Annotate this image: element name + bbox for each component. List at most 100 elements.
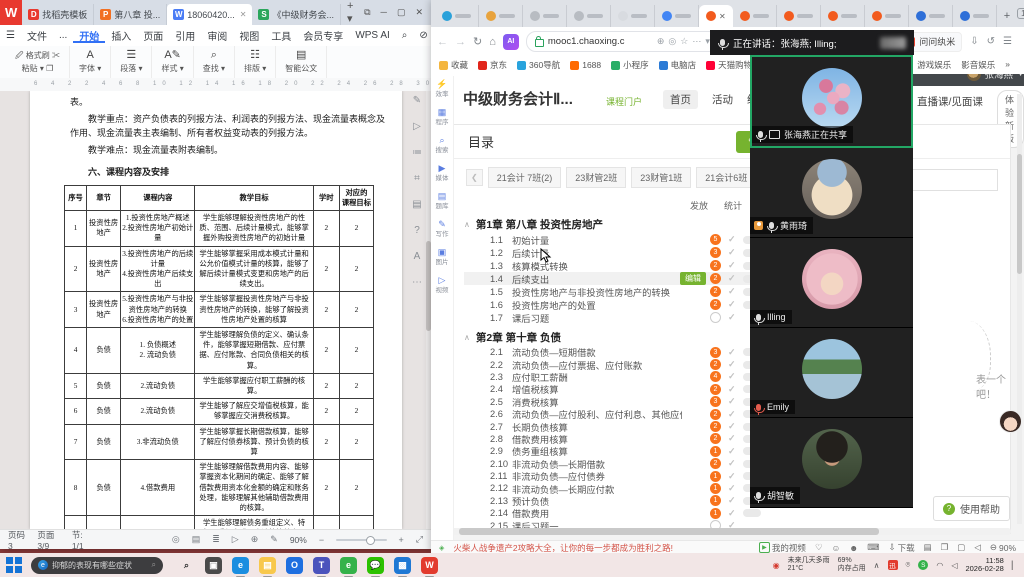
side-panel-item[interactable]: ⚡效率 — [436, 80, 449, 99]
browser-tab[interactable] — [611, 5, 655, 27]
document-page[interactable]: 表。 教学重点：资产负债表的列报方法、利润表的列报方法、现金流量表概念及作用、现… — [30, 91, 402, 529]
home-button[interactable]: ⌂ — [489, 36, 496, 48]
side-panel-item[interactable]: ⌕搜索 — [436, 136, 449, 155]
edit-mode-icon[interactable]: ✎ — [270, 534, 278, 545]
browser-tab[interactable] — [655, 5, 699, 27]
new-tab-button[interactable]: + — [997, 5, 1017, 27]
side-panel-item[interactable]: ▣图片 — [436, 248, 449, 267]
help-icon[interactable]: ? — [409, 225, 425, 236]
issue-toggle[interactable] — [743, 509, 761, 517]
bookmark-folder[interactable]: » — [1005, 59, 1010, 71]
favorite-heart-icon[interactable]: ♡ — [815, 542, 823, 553]
view-page-icon[interactable]: ▤ — [192, 534, 201, 545]
class-tab[interactable]: 21会计 7班(2) — [488, 167, 562, 188]
sticker-icon[interactable]: ☻ — [849, 543, 858, 553]
browser-tab[interactable] — [909, 5, 953, 27]
participant-tile[interactable]: Emily — [750, 328, 913, 418]
toc-item[interactable]: 1.1初始计量5✓ — [464, 233, 774, 246]
bookmark-folder[interactable]: 影音娱乐 — [961, 59, 995, 71]
participant-tile[interactable]: 黄雨琦 — [750, 148, 913, 238]
notification-corner[interactable]: ▏ — [1012, 561, 1018, 570]
wps-document-tab[interactable]: W18060420...✕ — [167, 4, 252, 25]
toc-item[interactable]: 2.3应付职工薪酬4✓ — [464, 371, 774, 383]
toolbar-group[interactable]: ☷排版 ▾ — [235, 46, 276, 78]
bookmark-item[interactable]: 电脑店 — [659, 59, 697, 71]
side-panel-item[interactable]: ▷视频 — [436, 276, 449, 295]
toc-item[interactable]: 2.4增值税核算2✓ — [464, 383, 774, 395]
wps-menu-item[interactable]: 页面 — [137, 28, 169, 43]
edit-pen-icon[interactable]: ✎ — [409, 95, 425, 106]
participant-tile[interactable]: Illing — [750, 238, 913, 328]
fullscreen-icon[interactable]: ⤢ — [416, 534, 423, 545]
spellcheck-icon[interactable]: ◎ — [172, 534, 180, 545]
zoom-page-icon[interactable]: ⊕ — [657, 36, 665, 47]
zoom-level-label[interactable]: 90% — [290, 535, 307, 545]
taskbar-app-teams[interactable]: T — [313, 557, 330, 574]
bookmark-star-icon[interactable]: ☆ — [680, 36, 688, 47]
wps-menu-item[interactable]: 工具 — [265, 28, 297, 43]
web-view-icon[interactable]: ⊕ — [251, 534, 259, 545]
taskbar-app-wps[interactable]: W — [421, 557, 438, 574]
bookmark-item[interactable]: 京东 — [478, 59, 507, 71]
wps-menu-item[interactable]: 引用 — [169, 28, 201, 43]
taskbar-app-outlook[interactable]: O — [286, 557, 303, 574]
browser-tab[interactable] — [567, 5, 611, 27]
browser-tab[interactable] — [953, 5, 997, 27]
tab-count-badge[interactable]: 12 — [1017, 8, 1024, 19]
browser-tab[interactable]: ✕ — [699, 5, 733, 27]
browser-tab[interactable] — [821, 5, 865, 27]
toolbar-label[interactable]: 字体 ▾ — [79, 62, 101, 75]
toolbar-label[interactable]: 智能公文 — [285, 62, 317, 75]
wifi-icon[interactable]: ◠ — [936, 561, 943, 570]
side-panel-item[interactable]: ▤题库 — [436, 192, 449, 211]
reader-icon[interactable]: ◎ — [668, 36, 676, 47]
wps-menu-item[interactable]: 视图 — [233, 28, 265, 43]
collapse-chevron-icon[interactable]: ∧ — [464, 220, 470, 229]
toc-item[interactable]: 2.13预计负债1✓ — [464, 495, 774, 507]
toc-item[interactable]: 1.6投资性房地产的处置2✓ — [464, 298, 774, 311]
page-horizontal-scrollbar[interactable] — [445, 528, 1011, 535]
chapter-heading[interactable]: ∧第1章 第八章 投资性房地产 — [464, 216, 774, 233]
toc-item[interactable]: 1.7课后习题✓ — [464, 311, 774, 324]
address-bar[interactable]: mooc1.chaoxing.c ⊕ ◎ ☆ ⋯ ▾ — [526, 31, 719, 52]
toc-item[interactable]: 2.5消费税核算3✓ — [464, 396, 774, 408]
zoom-slider[interactable] — [336, 539, 386, 541]
taskbar-app-edge[interactable]: e — [232, 557, 249, 574]
toc-item[interactable]: 1.4后续支出编辑2✓ — [464, 272, 774, 285]
toolbar-icon[interactable]: ▤ — [296, 49, 306, 62]
maximize-button[interactable]: ▢ — [397, 7, 406, 18]
taskbar-app-search[interactable]: ⌕ — [178, 557, 195, 574]
more-actions-icon[interactable]: ⋯ — [692, 36, 701, 47]
bookmark-item[interactable]: 小程序 — [611, 59, 649, 71]
taskbar-app-wechat[interactable]: 💬 — [367, 557, 384, 574]
wps-menu-item[interactable]: ... — [53, 30, 73, 41]
browser-tab[interactable] — [523, 5, 567, 27]
comment-icon[interactable]: ⌗ — [409, 173, 425, 184]
toc-item[interactable]: 1.3核算模式转换2✓ — [464, 259, 774, 272]
toolbar-icon[interactable]: ☰ — [126, 49, 136, 62]
wps-document-tab[interactable]: P第八章 投... — [94, 4, 167, 25]
emoji-icon[interactable]: ☺ — [832, 543, 841, 553]
side-panel-item[interactable]: ▦程序 — [436, 108, 449, 127]
toc-item[interactable]: 2.6流动负债—应付股利、应付利息、其他应付款2✓ — [464, 408, 774, 420]
browser-tab[interactable] — [865, 5, 909, 27]
multi-window-icon[interactable]: ▢ — [957, 542, 965, 553]
select-arrow-icon[interactable]: ▷ — [409, 121, 425, 132]
toolbar-group[interactable]: A✎样式 ▾ — [152, 46, 193, 78]
toc-item[interactable]: 2.9债务重组核算1✓ — [464, 445, 774, 457]
live-class-link[interactable]: 直播课/见面课 — [917, 94, 983, 109]
toc-item[interactable]: 2.12非流动负债—长期应付款1✓ — [464, 482, 774, 494]
site-mascot-icon[interactable] — [999, 410, 1022, 433]
volume-icon[interactable]: ◁ — [951, 561, 957, 570]
ribbon-search-icon[interactable]: ⌕ — [396, 30, 414, 41]
ai-assistant-icon[interactable]: AI — [503, 34, 519, 50]
row-edit-button[interactable]: 编辑 — [680, 272, 706, 285]
toc-item[interactable]: 2.14借款费用1✓ — [464, 507, 774, 519]
wps-menu-item[interactable]: 插入 — [105, 28, 137, 43]
zoom-out-button[interactable]: − — [319, 535, 324, 545]
page-vertical-scrollbar[interactable] — [1017, 94, 1022, 524]
toolbar-icon[interactable]: ⌕ — [211, 49, 217, 62]
tray-360-icon[interactable]: S — [918, 560, 928, 570]
layout-icon[interactable]: ▤ — [409, 199, 425, 210]
tray-device-icon[interactable]: ⌾ — [906, 560, 911, 570]
